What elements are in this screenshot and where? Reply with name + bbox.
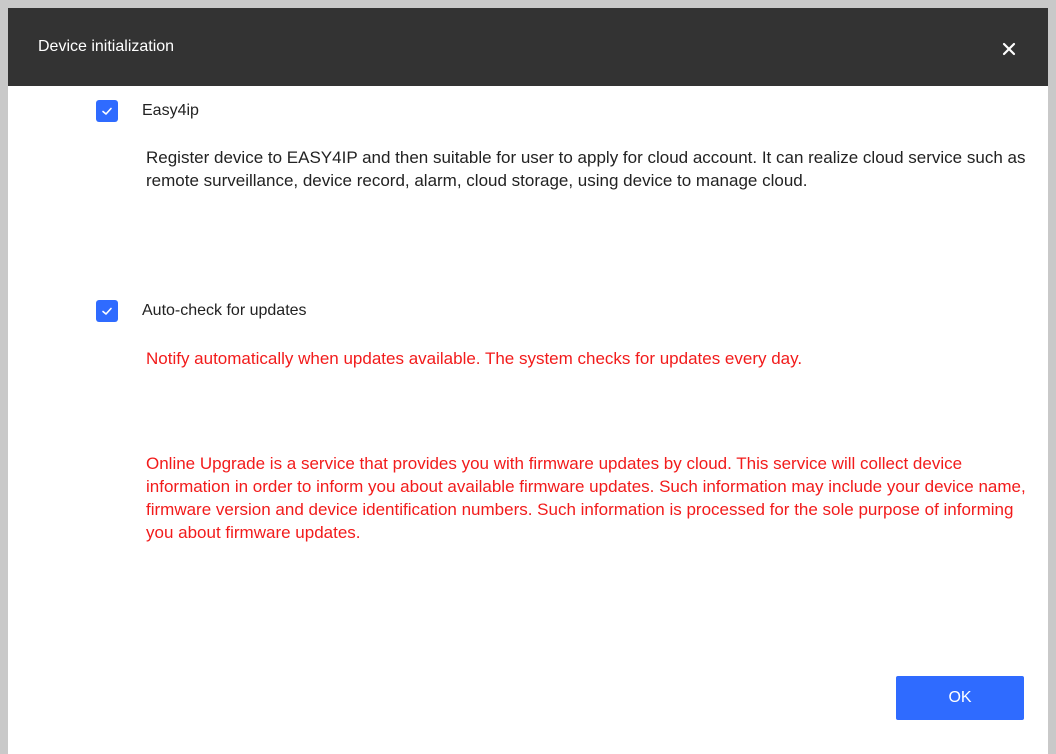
dialog-titlebar: Device initialization <box>8 8 1048 86</box>
device-initialization-dialog: Device initialization Easy4ip Register d… <box>8 8 1048 754</box>
checkmark-icon <box>102 107 112 115</box>
auto-check-updates-label: Auto-check for updates <box>142 302 307 319</box>
close-icon <box>1002 42 1016 56</box>
easy4ip-label: Easy4ip <box>142 102 199 119</box>
auto-check-updates-description: Notify automatically when updates availa… <box>146 349 803 368</box>
dialog-title: Device initialization <box>38 38 175 55</box>
easy4ip-description: Register device to EASY4IP and then suit… <box>146 148 1026 190</box>
option-auto-check-updates: Auto-check for updates <box>96 300 307 322</box>
window-frame: Device initialization Easy4ip Register d… <box>0 0 1056 754</box>
easy4ip-checkbox[interactable] <box>96 100 118 122</box>
close-button[interactable] <box>1000 40 1018 58</box>
ok-button[interactable]: OK <box>896 676 1024 720</box>
auto-check-updates-checkbox[interactable] <box>96 300 118 322</box>
option-easy4ip: Easy4ip <box>96 100 199 122</box>
online-upgrade-notice: Online Upgrade is a service that provide… <box>146 454 1026 542</box>
checkmark-icon <box>102 307 112 315</box>
